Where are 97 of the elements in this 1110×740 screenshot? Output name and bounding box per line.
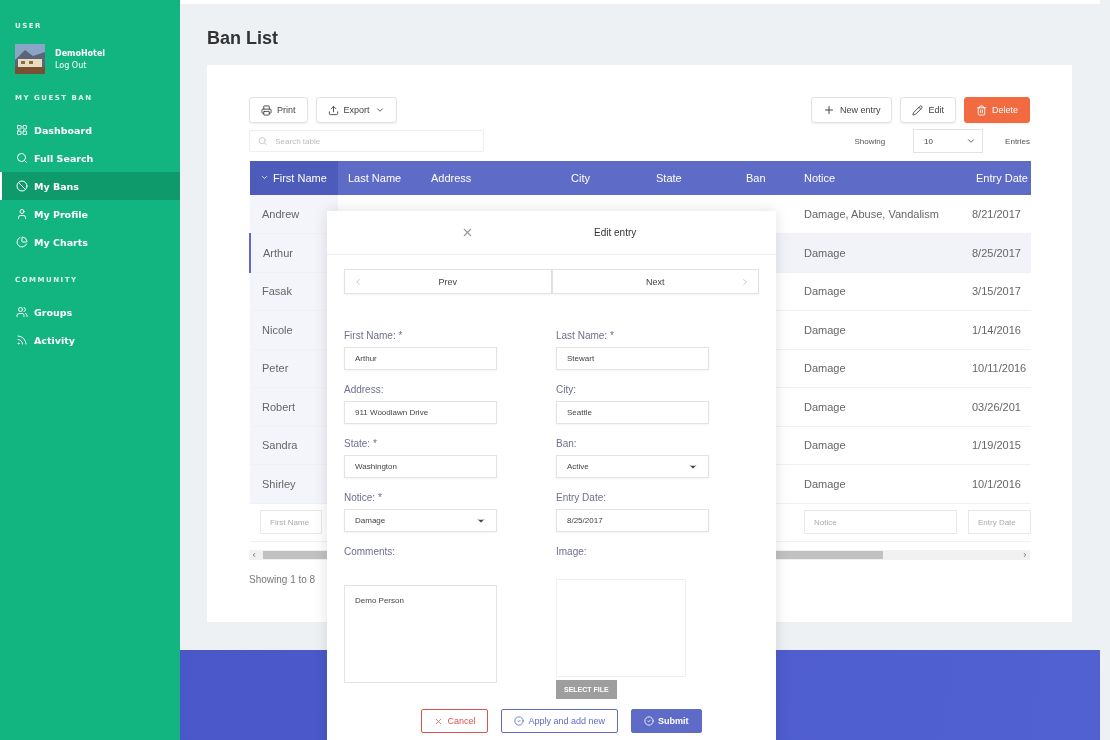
filter-field[interactable]: First Name bbox=[260, 510, 322, 535]
field-label: City: bbox=[556, 384, 577, 395]
close-icon[interactable] bbox=[461, 226, 474, 239]
field-label: State: * bbox=[344, 438, 378, 449]
comments-field[interactable]: Demo Person bbox=[344, 585, 497, 683]
pencil-icon bbox=[912, 104, 924, 116]
nav-item[interactable]: Groups bbox=[0, 298, 180, 326]
column-header[interactable]: Notice bbox=[794, 161, 966, 195]
pie-chart-icon bbox=[16, 236, 28, 248]
field-label: Image: bbox=[556, 546, 588, 557]
submit-button[interactable]: Submit bbox=[631, 709, 702, 733]
column-header[interactable]: State bbox=[646, 161, 736, 195]
nav-item[interactable]: Activity bbox=[0, 326, 180, 354]
entries-label: Entries bbox=[1005, 136, 1030, 146]
table-cell: Andrew bbox=[250, 195, 338, 234]
caret-icon bbox=[374, 105, 385, 115]
page-title: Ban List bbox=[207, 28, 279, 49]
filter-field[interactable]: Entry Date bbox=[968, 510, 1031, 535]
close-icon bbox=[434, 716, 444, 726]
table-cell: 1/14/2016 bbox=[966, 310, 1031, 349]
table-cell: Damage bbox=[794, 272, 966, 311]
check-icon bbox=[514, 716, 525, 726]
input-field[interactable]: 8/25/2017 bbox=[556, 509, 709, 532]
table-cell: 8/25/2017 bbox=[966, 233, 1031, 272]
print-button[interactable]: Print bbox=[249, 97, 308, 123]
field-label: Notice: * bbox=[344, 492, 383, 503]
nav-item[interactable]: Full Search bbox=[0, 144, 180, 172]
apply-button[interactable]: Apply and add new bbox=[501, 709, 619, 733]
cancel-button[interactable]: Cancel bbox=[421, 709, 489, 733]
input-field[interactable]: 911 Woodlawn Drive bbox=[344, 401, 497, 424]
input-field[interactable]: Washington bbox=[344, 455, 497, 478]
search-icon bbox=[16, 152, 28, 164]
user-name: DemoHotel bbox=[55, 48, 106, 58]
ban-icon bbox=[16, 180, 28, 192]
grid-icon bbox=[16, 124, 28, 136]
field-label: First Name: * bbox=[344, 330, 404, 341]
input-field[interactable]: Seattle bbox=[556, 401, 709, 424]
column-header[interactable]: Address bbox=[421, 161, 561, 195]
table-cell: 1/19/2015 bbox=[966, 426, 1031, 465]
input-field[interactable]: Arthur bbox=[344, 347, 497, 370]
page-size-select[interactable]: 10 bbox=[913, 129, 984, 153]
nav-item[interactable]: My Bans bbox=[0, 172, 180, 200]
upload-icon bbox=[327, 104, 339, 116]
table-cell: 03/26/201 bbox=[966, 387, 1031, 426]
table-cell: Damage bbox=[794, 464, 966, 503]
search-field[interactable]: Search table bbox=[273, 135, 475, 147]
field-label: Ban: bbox=[556, 438, 578, 449]
select-field[interactable]: Active bbox=[556, 455, 709, 478]
column-header[interactable]: City bbox=[561, 161, 646, 195]
chevron-right-icon bbox=[740, 276, 750, 287]
table-cell: Damage bbox=[794, 426, 966, 465]
table-info: Showing 1 to 8 bbox=[249, 574, 316, 585]
prev-button[interactable]: Prev bbox=[344, 269, 552, 294]
table-cell: 3/15/2017 bbox=[966, 272, 1031, 311]
scroll-left-icon[interactable] bbox=[251, 552, 257, 558]
column-header[interactable]: Last Name bbox=[338, 161, 421, 195]
delete-button[interactable]: Delete bbox=[964, 97, 1030, 123]
users-icon bbox=[16, 306, 28, 318]
input-field[interactable]: Stewart bbox=[556, 347, 709, 370]
check-icon bbox=[644, 716, 655, 726]
table-cell: 10/11/2016 bbox=[966, 349, 1031, 388]
nav-item[interactable]: My Profile bbox=[0, 200, 180, 228]
column-header[interactable]: First Name bbox=[250, 161, 338, 195]
table-cell: Damage bbox=[794, 349, 966, 388]
table-cell: 10/1/2016 bbox=[966, 464, 1031, 503]
filter-field[interactable]: Notice bbox=[804, 510, 957, 535]
table-cell: Damage bbox=[794, 310, 966, 349]
table-cell: Damage, Abuse, Vandalism bbox=[794, 195, 966, 234]
printer-icon bbox=[261, 104, 272, 116]
column-header[interactable]: Entry Date bbox=[966, 161, 1031, 195]
table-cell: 8/21/2017 bbox=[966, 195, 1031, 234]
plus-icon bbox=[822, 104, 835, 116]
nav-item[interactable]: Dashboard bbox=[0, 116, 180, 144]
column-header[interactable]: Ban bbox=[736, 161, 794, 195]
trash-icon bbox=[976, 104, 987, 116]
search-box[interactable]: Search table bbox=[249, 130, 484, 152]
select-field[interactable]: Damage bbox=[344, 509, 497, 532]
field-label: Comments: bbox=[344, 546, 397, 557]
nav-item[interactable]: My Charts bbox=[0, 228, 180, 256]
dialog-title: Edit entry bbox=[594, 227, 637, 238]
table-cell: Damage bbox=[794, 233, 966, 272]
field-label: Entry Date: bbox=[556, 492, 608, 503]
export-button[interactable]: Export bbox=[315, 97, 397, 123]
field-label: Last Name: * bbox=[556, 330, 615, 341]
edit-button[interactable]: Edit bbox=[900, 97, 956, 123]
scroll-right-icon[interactable] bbox=[1022, 552, 1028, 558]
search-icon bbox=[258, 136, 268, 146]
user-icon bbox=[16, 208, 28, 220]
table-cell: Damage bbox=[794, 387, 966, 426]
field-label: Address: bbox=[344, 384, 385, 395]
rss-icon bbox=[16, 334, 28, 346]
caret-icon bbox=[966, 136, 977, 146]
next-button[interactable]: Next bbox=[551, 269, 759, 294]
showing-label: Showing bbox=[854, 136, 886, 146]
new-entry-button[interactable]: New entry bbox=[810, 97, 893, 123]
chevron-left-icon bbox=[353, 276, 363, 287]
logout-link[interactable]: Log Out bbox=[55, 60, 106, 70]
